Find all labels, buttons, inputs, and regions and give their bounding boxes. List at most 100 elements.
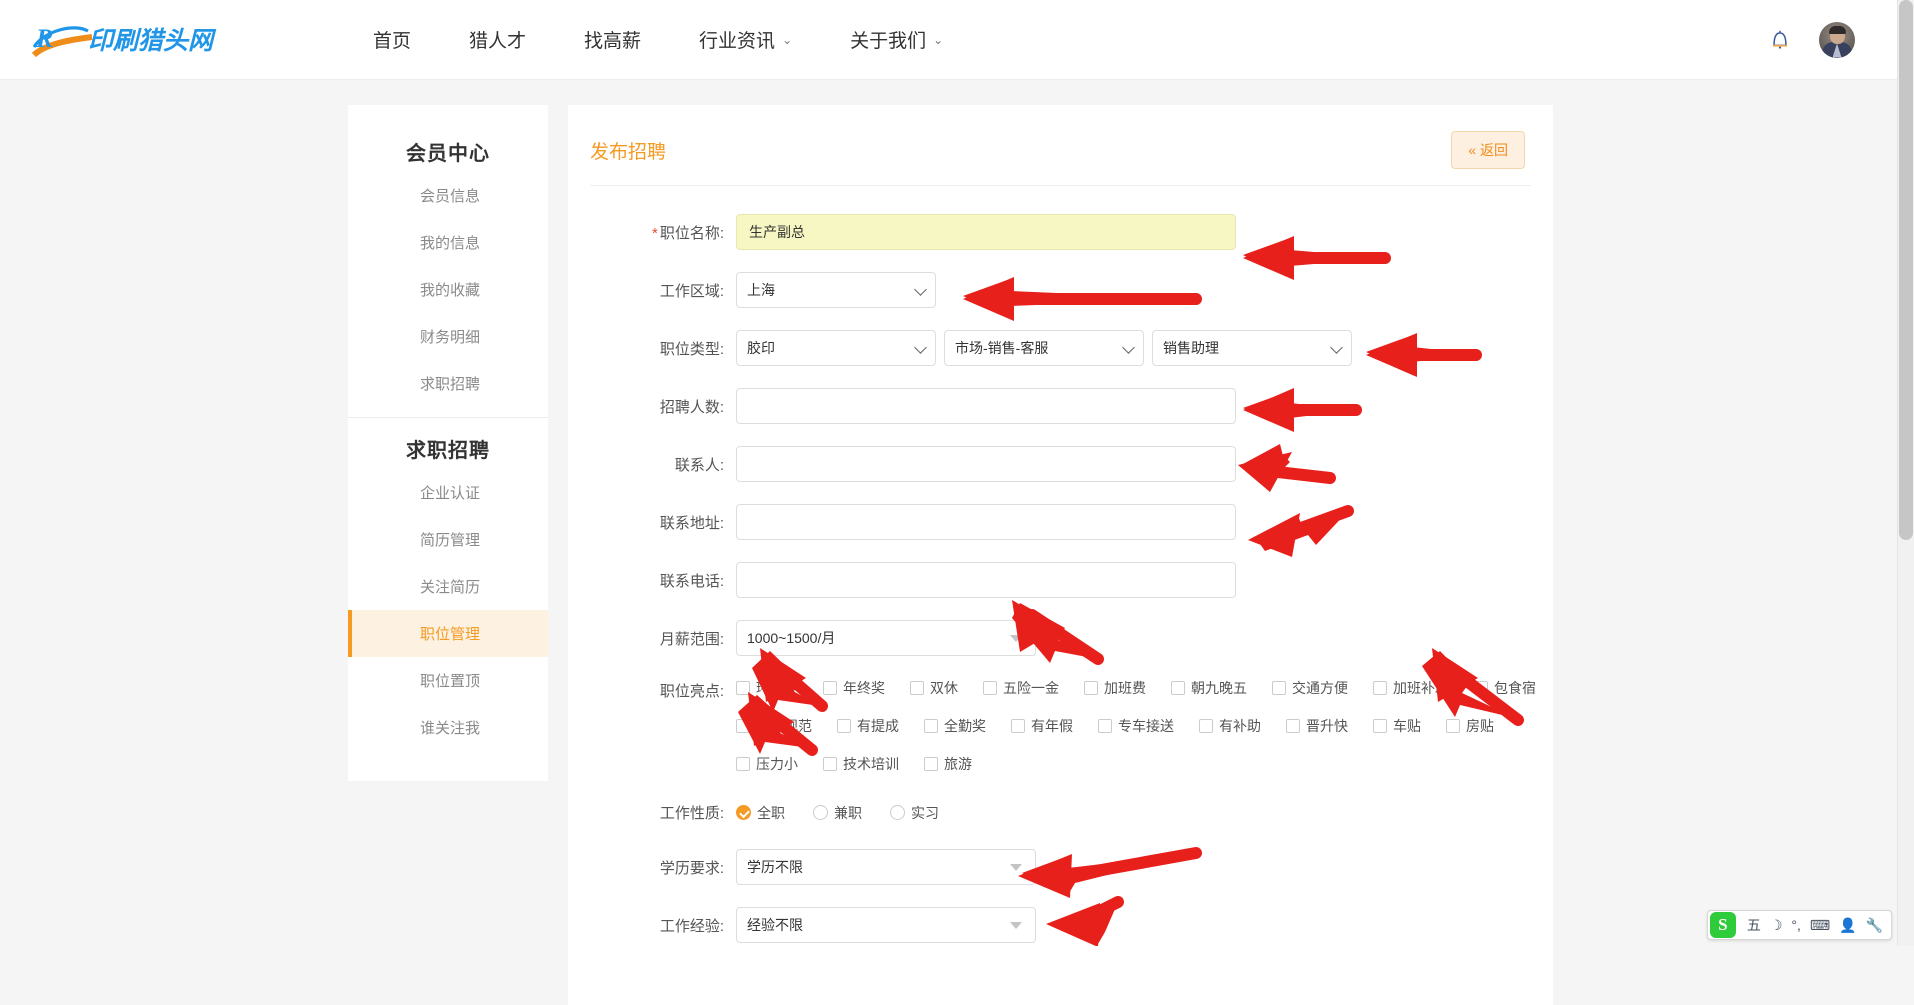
sidebar-item-job-recruit[interactable]: 求职招聘 [348, 360, 548, 407]
sidebar-item-company-verify[interactable]: 企业认证 [348, 469, 548, 516]
checkbox-annual-leave[interactable]: 有年假 [1011, 716, 1073, 736]
checkbox-low-pressure[interactable]: 压力小 [736, 754, 798, 774]
checkbox-shuttle-service[interactable]: 专车接送 [1098, 716, 1174, 736]
job-type-select-2[interactable]: 市场-销售-客服 [944, 330, 1144, 366]
checkbox-technical-training[interactable]: 技术培训 [823, 754, 899, 774]
bell-icon[interactable] [1767, 27, 1793, 53]
salary-range-select[interactable]: 1000~1500/月 [736, 620, 1036, 656]
sidebar-item-finance-detail[interactable]: 财务明细 [348, 313, 548, 360]
sidebar-item-followed-resume[interactable]: 关注简历 [348, 563, 548, 610]
contact-person-input[interactable] [736, 446, 1236, 482]
radio-label: 实习 [911, 803, 939, 823]
checkbox-attendance-bonus[interactable]: 全勤奖 [924, 716, 986, 736]
checkbox-box [1084, 681, 1098, 695]
checkbox-label: 包食宿 [1494, 678, 1536, 698]
checkbox-box [924, 719, 938, 733]
back-button[interactable]: « 返回 [1451, 131, 1525, 169]
radio-label: 全职 [757, 803, 785, 823]
radio-internship[interactable]: 实习 [890, 803, 939, 823]
top-navbar: R 印刷猎头网 首页 猎人才 找高薪 行业资讯 ⌄ 关于我们 ⌄ [0, 0, 1897, 80]
punctuation-icon[interactable]: °, [1791, 917, 1801, 933]
checkbox-label: 加班费 [1104, 678, 1146, 698]
nav-item-high-salary[interactable]: 找高薪 [584, 26, 641, 53]
site-logo[interactable]: R 印刷猎头网 [28, 17, 243, 63]
education-wrapper: 学历不限 [736, 849, 1036, 885]
nav-item-industry-news[interactable]: 行业资讯 ⌄ [699, 26, 792, 53]
job-type-select-1[interactable]: 胶印 [736, 330, 936, 366]
label-work-area: 工作区域: [568, 280, 736, 301]
sidebar-item-label: 会员信息 [420, 188, 480, 205]
checkbox-housing-allowance[interactable]: 房贴 [1446, 716, 1494, 736]
wrench-icon[interactable]: 🔧 [1866, 917, 1883, 934]
ime-mode-icon[interactable]: 五 [1747, 915, 1761, 935]
checkbox-label: 有提成 [857, 716, 899, 736]
checkbox-car-allowance[interactable]: 车贴 [1373, 716, 1421, 736]
avatar[interactable] [1819, 22, 1855, 58]
sidebar-item-resume-manage[interactable]: 简历管理 [348, 516, 548, 563]
checkbox-subsidy[interactable]: 有补助 [1199, 716, 1261, 736]
checkbox-standard-management[interactable]: 管理规范 [736, 716, 812, 736]
nav-item-talent[interactable]: 猎人才 [469, 26, 526, 53]
checkbox-box [1474, 681, 1488, 695]
checkbox-overtime-pay[interactable]: 加班费 [1084, 678, 1146, 698]
sidebar-item-my-info[interactable]: 我的信息 [348, 219, 548, 266]
field-headcount: 招聘人数: [568, 388, 1553, 424]
sidebar-item-label: 企业认证 [420, 485, 480, 502]
sidebar-item-job-manage[interactable]: 职位管理 [348, 610, 548, 657]
field-job-type: 职位类型: 胶印 市场-销售-客服 [568, 330, 1553, 366]
sidebar-group-title-recruit: 求职招聘 [348, 422, 548, 469]
work-area-select[interactable]: 上海 [736, 272, 936, 308]
page-scrollbar-thumb[interactable] [1899, 0, 1913, 540]
checkbox-fast-promotion[interactable]: 晋升快 [1286, 716, 1348, 736]
experience-select[interactable]: 经验不限 [736, 907, 1036, 943]
checkbox-room-and-board[interactable]: 包食宿 [1474, 678, 1536, 698]
salary-range-wrapper: 1000~1500/月 [736, 620, 1036, 656]
checkbox-box [736, 681, 750, 695]
page-scrollbar-track[interactable] [1897, 0, 1914, 946]
education-select[interactable]: 学历不限 [736, 849, 1036, 885]
checkbox-label: 晋升快 [1306, 716, 1348, 736]
job-title-input[interactable] [736, 214, 1236, 250]
contact-phone-input[interactable] [736, 562, 1236, 598]
ime-toolbar[interactable]: S 五 ☽ °, ⌨ 👤 🔧 [1707, 910, 1892, 940]
user-icon[interactable]: 👤 [1839, 917, 1856, 934]
radio-circle [890, 805, 905, 820]
headcount-input[interactable] [736, 388, 1236, 424]
checkbox-good-environment[interactable]: 环境好 [736, 678, 798, 698]
job-type-select-3[interactable]: 销售助理 [1152, 330, 1352, 366]
checkbox-label: 全勤奖 [944, 716, 986, 736]
sogou-logo-icon[interactable]: S [1710, 912, 1736, 938]
contact-address-input[interactable] [736, 504, 1236, 540]
nav-item-home[interactable]: 首页 [373, 26, 411, 53]
nav-item-about-us[interactable]: 关于我们 ⌄ [850, 26, 943, 53]
checkbox-commission[interactable]: 有提成 [837, 716, 899, 736]
label-job-title: *职位名称: [568, 222, 736, 243]
sidebar-item-job-top[interactable]: 职位置顶 [348, 657, 548, 704]
sidebar-item-who-follows-me[interactable]: 谁关注我 [348, 704, 548, 751]
checkbox-convenient-transport[interactable]: 交通方便 [1272, 678, 1348, 698]
radio-part-time[interactable]: 兼职 [813, 803, 862, 823]
avatar-hair [1829, 26, 1846, 34]
sidebar-item-my-favorites[interactable]: 我的收藏 [348, 266, 548, 313]
job-nature-radio-group: 全职 兼职 实习 [736, 803, 967, 823]
work-area-select-wrapper: 上海 [736, 272, 936, 308]
checkbox-social-insurance[interactable]: 五险一金 [983, 678, 1059, 698]
checkbox-two-day-weekend[interactable]: 双休 [910, 678, 958, 698]
field-contact-person: 联系人: [568, 446, 1553, 482]
checkbox-label: 环境好 [756, 678, 798, 698]
navbar-right [1767, 22, 1855, 58]
keyboard-icon[interactable]: ⌨ [1810, 917, 1830, 934]
checkbox-box [736, 757, 750, 771]
card-header: 发布招聘 « 返回 [568, 105, 1553, 169]
sidebar-item-label: 我的信息 [420, 235, 480, 252]
checkbox-label: 加班补助 [1393, 678, 1449, 698]
checkbox-overtime-subsidy[interactable]: 加班补助 [1373, 678, 1449, 698]
label-contact-person: 联系人: [568, 454, 736, 475]
label-highlights: 职位亮点: [568, 678, 736, 701]
checkbox-nine-to-five[interactable]: 朝九晚五 [1171, 678, 1247, 698]
checkbox-travel[interactable]: 旅游 [924, 754, 972, 774]
sidebar-item-member-info[interactable]: 会员信息 [348, 172, 548, 219]
checkbox-year-end-bonus[interactable]: 年终奖 [823, 678, 885, 698]
radio-full-time[interactable]: 全职 [736, 803, 785, 823]
moon-icon[interactable]: ☽ [1770, 917, 1783, 934]
